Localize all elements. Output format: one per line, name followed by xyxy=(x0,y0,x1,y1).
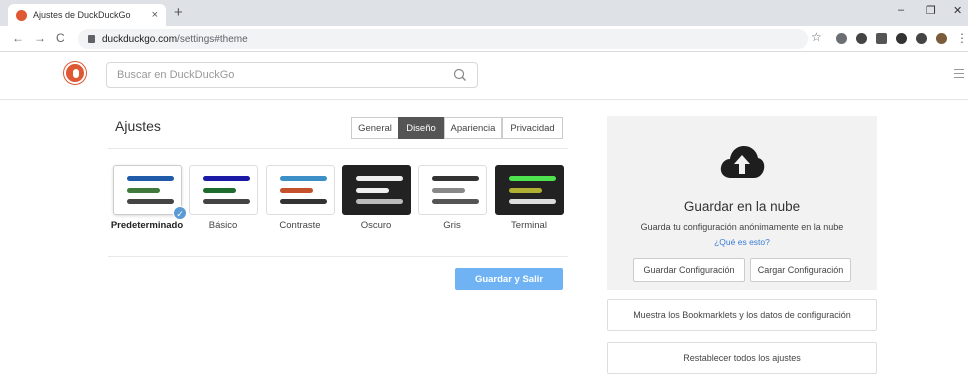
url-host: duckduckgo.com xyxy=(102,33,178,45)
lock-icon xyxy=(88,35,95,43)
duckduckgo-favicon-icon xyxy=(16,9,27,21)
cloud-upload-icon xyxy=(720,146,765,178)
theme-label: Terminal xyxy=(511,220,547,231)
what-is-this-link[interactable]: ¿Qué es esto? xyxy=(607,237,877,247)
save-config-button[interactable]: Guardar Configuración xyxy=(633,258,745,282)
search-input[interactable] xyxy=(107,63,437,87)
theme-preview-bar xyxy=(203,188,236,193)
extension-icon[interactable] xyxy=(896,33,907,44)
search-icon[interactable] xyxy=(453,68,467,82)
theme-preview-bar xyxy=(356,176,403,181)
reset-settings-button[interactable]: Restablecer todos los ajustes xyxy=(607,342,877,374)
theme-preview-bar xyxy=(203,199,250,204)
extension-icon[interactable] xyxy=(856,33,867,44)
theme-preview-bar xyxy=(280,199,327,204)
theme-preview-bar xyxy=(127,176,174,181)
cloud-save-panel: Guardar en la nube Guarda tu configuraci… xyxy=(607,116,877,290)
tab-close-icon[interactable]: × xyxy=(152,9,158,21)
cloud-title: Guardar en la nube xyxy=(683,199,801,214)
extension-icon[interactable] xyxy=(836,33,847,44)
theme-option[interactable] xyxy=(495,165,564,215)
divider xyxy=(108,148,568,149)
load-config-button[interactable]: Cargar Configuración xyxy=(750,258,851,282)
tab-title: Ajustes de DuckDuckGo xyxy=(33,10,131,20)
url-field[interactable]: duckduckgo.com/settings#theme xyxy=(78,29,808,49)
browser-tab[interactable]: Ajustes de DuckDuckGo × xyxy=(8,4,166,26)
tab-general[interactable]: General xyxy=(351,117,399,139)
tab-privacidad[interactable]: Privacidad xyxy=(502,117,563,139)
theme-option[interactable] xyxy=(266,165,335,215)
hamburger-menu-icon[interactable] xyxy=(954,69,964,81)
puzzle-icon[interactable] xyxy=(916,33,927,44)
bookmarklets-button[interactable]: Muestra los Bookmarklets y los datos de … xyxy=(607,299,877,331)
theme-option[interactable] xyxy=(342,165,411,215)
back-arrow-icon[interactable]: ← xyxy=(12,31,24,45)
page-title: Ajustes xyxy=(115,118,161,134)
browser-tab-bar: Ajustes de DuckDuckGo × + – ❐ ✕ xyxy=(0,0,968,26)
save-and-exit-button[interactable]: Guardar y Salir xyxy=(455,268,563,290)
address-bar: ← → C duckduckgo.com/settings#theme ☆ ⋮ xyxy=(0,26,968,52)
theme-preview-bar xyxy=(127,199,174,204)
theme-preview-bar xyxy=(203,176,250,181)
theme-preview-bar xyxy=(127,188,160,193)
theme-preview-bar xyxy=(280,176,327,181)
theme-preview-bar xyxy=(432,199,479,204)
search-box xyxy=(106,62,478,88)
theme-preview-bar xyxy=(509,199,556,204)
menu-dots-icon[interactable]: ⋮ xyxy=(956,31,968,45)
theme-option[interactable] xyxy=(418,165,487,215)
theme-preview-bar xyxy=(280,188,313,193)
tab-apariencia[interactable]: Apariencia xyxy=(444,117,502,139)
theme-preview-bar xyxy=(432,176,479,181)
theme-option[interactable]: ✓ xyxy=(113,165,187,220)
theme-preview-bar xyxy=(356,199,403,204)
tab-diseno[interactable]: Diseño xyxy=(398,117,444,139)
theme-preview-bar xyxy=(432,188,465,193)
forward-arrow-icon[interactable]: → xyxy=(34,31,46,45)
profile-avatar-icon[interactable] xyxy=(936,33,947,44)
minimize-button[interactable]: – xyxy=(898,4,904,16)
url-path: /settings#theme xyxy=(177,33,248,45)
theme-preview-bar xyxy=(356,188,389,193)
duckduckgo-logo-icon[interactable] xyxy=(64,62,86,84)
checkmark-icon: ✓ xyxy=(173,206,187,220)
bookmark-star-icon[interactable]: ☆ xyxy=(811,30,822,44)
maximize-button[interactable]: ❐ xyxy=(926,4,936,17)
extension-icon[interactable] xyxy=(876,33,887,44)
reload-icon[interactable]: C xyxy=(56,31,65,45)
theme-option[interactable] xyxy=(189,165,258,215)
new-tab-button[interactable]: + xyxy=(174,4,183,21)
close-window-button[interactable]: ✕ xyxy=(953,4,962,17)
cloud-subtitle: Guarda tu configuración anónimamente en … xyxy=(640,222,844,232)
theme-preview-bar xyxy=(509,176,556,181)
divider xyxy=(108,256,568,257)
theme-preview-bar xyxy=(509,188,542,193)
